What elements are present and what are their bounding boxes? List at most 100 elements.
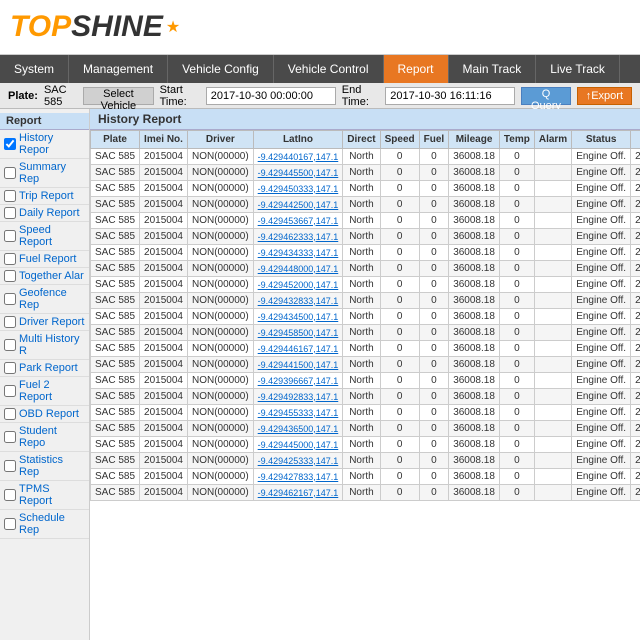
nav-report[interactable]: Report (384, 55, 449, 83)
cell-11-3[interactable]: -9.429458500,147.1 (253, 325, 343, 341)
cell-14-9 (534, 373, 571, 389)
sidebar-item-fuel2[interactable]: Fuel 2 Report (0, 377, 89, 406)
statistics-checkbox[interactable] (4, 460, 16, 472)
sidebar-item-fuel[interactable]: Fuel Report (0, 251, 89, 268)
cell-2-5: 0 (380, 181, 419, 197)
sidebar-item-statistics[interactable]: Statistics Rep (0, 452, 89, 481)
cell-20-4: North (343, 469, 380, 485)
cell-15-3[interactable]: -9.429492833,147.1 (253, 389, 343, 405)
cell-3-3[interactable]: -9.429442500,147.1 (253, 197, 343, 213)
cell-14-3[interactable]: -9.429396667,147.1 (253, 373, 343, 389)
summary-checkbox[interactable] (4, 167, 16, 179)
sidebar-item-summary[interactable]: Summary Rep (0, 159, 89, 188)
sidebar-item-speed[interactable]: Speed Report (0, 222, 89, 251)
cell-6-0: SAC 585 (91, 245, 140, 261)
sidebar-item-trip[interactable]: Trip Report (0, 188, 89, 205)
cell-16-10: Engine Off. (572, 405, 631, 421)
sidebar-item-together[interactable]: Together Alar (0, 268, 89, 285)
sidebar-item-driver[interactable]: Driver Report (0, 314, 89, 331)
cell-4-7: 36008.18 (449, 213, 500, 229)
cell-8-6: 0 (419, 277, 449, 293)
obd-checkbox[interactable] (4, 408, 16, 420)
cell-6-8: 0 (499, 245, 534, 261)
together-checkbox[interactable] (4, 270, 16, 282)
daily-checkbox[interactable] (4, 207, 16, 219)
cell-0-3[interactable]: -9.429440167,147.1 (253, 149, 343, 165)
sidebar-item-tpms[interactable]: TPMS Report (0, 481, 89, 510)
cell-6-3[interactable]: -9.429434333,147.1 (253, 245, 343, 261)
sidebar-item-geofence[interactable]: Geofence Rep (0, 285, 89, 314)
cell-0-5: 0 (380, 149, 419, 165)
cell-18-2: NON(00000) (187, 437, 253, 453)
nav-live-track[interactable]: Live Track (536, 55, 620, 83)
cell-15-8: 0 (499, 389, 534, 405)
cell-18-3[interactable]: -9.429445000,147.1 (253, 437, 343, 453)
cell-12-0: SAC 585 (91, 341, 140, 357)
table-row: SAC 5852015004NON(00000)-9.429452000,147… (91, 277, 640, 293)
cell-1-8: 0 (499, 165, 534, 181)
cell-13-8: 0 (499, 357, 534, 373)
nav-management[interactable]: Management (69, 55, 168, 83)
cell-8-3[interactable]: -9.429452000,147.1 (253, 277, 343, 293)
sidebar-item-daily[interactable]: Daily Report (0, 205, 89, 222)
cell-2-3[interactable]: -9.429450333,147.1 (253, 181, 343, 197)
export-button[interactable]: ↑Export (577, 87, 632, 105)
cell-11-4: North (343, 325, 380, 341)
end-time-input[interactable] (385, 87, 515, 105)
select-vehicle-button[interactable]: Select Vehicle (83, 87, 153, 105)
cell-12-3[interactable]: -9.429446167,147.1 (253, 341, 343, 357)
fuel2-checkbox[interactable] (4, 385, 16, 397)
cell-1-3[interactable]: -9.429445500,147.1 (253, 165, 343, 181)
cell-13-1: 2015004 (140, 357, 188, 373)
header: TOP SHINE ★ (0, 0, 640, 55)
cell-13-3[interactable]: -9.429441500,147.1 (253, 357, 343, 373)
cell-0-2: NON(00000) (187, 149, 253, 165)
fuel-checkbox[interactable] (4, 253, 16, 265)
cell-1-0: SAC 585 (91, 165, 140, 181)
cell-20-3[interactable]: -9.429427833,147.1 (253, 469, 343, 485)
cell-4-3[interactable]: -9.429453667,147.1 (253, 213, 343, 229)
park-checkbox[interactable] (4, 362, 16, 374)
nav-vehicle-control[interactable]: Vehicle Control (274, 55, 384, 83)
sidebar-item-history[interactable]: History Repor (0, 130, 89, 159)
cell-0-4: North (343, 149, 380, 165)
cell-8-8: 0 (499, 277, 534, 293)
cell-16-3[interactable]: -9.429455333,147.1 (253, 405, 343, 421)
cell-21-3[interactable]: -9.429462167,147.1 (253, 485, 343, 501)
geofence-checkbox[interactable] (4, 293, 16, 305)
cell-3-0: SAC 585 (91, 197, 140, 213)
nav-vehicle-config[interactable]: Vehicle Config (168, 55, 274, 83)
tpms-checkbox[interactable] (4, 489, 16, 501)
cell-5-3[interactable]: -9.429462333,147.1 (253, 229, 343, 245)
driver-checkbox[interactable] (4, 316, 16, 328)
cell-19-3[interactable]: -9.429425333,147.1 (253, 453, 343, 469)
sidebar-item-multihistory[interactable]: Multi History R (0, 331, 89, 360)
history-checkbox[interactable] (4, 138, 16, 150)
cell-9-3[interactable]: -9.429432833,147.1 (253, 293, 343, 309)
cell-11-9 (534, 325, 571, 341)
sidebar-item-student[interactable]: Student Repo (0, 423, 89, 452)
sidebar-item-schedule[interactable]: Schedule Rep (0, 510, 89, 539)
start-time-input[interactable] (206, 87, 336, 105)
sidebar-item-obd[interactable]: OBD Report (0, 406, 89, 423)
trip-checkbox[interactable] (4, 190, 16, 202)
table-row: SAC 5852015004NON(00000)-9.429462167,147… (91, 485, 640, 501)
student-checkbox[interactable] (4, 431, 16, 443)
cell-13-4: North (343, 357, 380, 373)
sidebar-item-park[interactable]: Park Report (0, 360, 89, 377)
nav-main-track[interactable]: Main Track (449, 55, 537, 83)
multihistory-checkbox[interactable] (4, 339, 16, 351)
nav-system[interactable]: System (0, 55, 69, 83)
cell-10-3[interactable]: -9.429434500,147.1 (253, 309, 343, 325)
schedule-checkbox[interactable] (4, 518, 16, 530)
cell-11-10: Engine Off. (572, 325, 631, 341)
cell-8-11: 2017/10/30 0:21:57 (631, 277, 640, 293)
cell-7-3[interactable]: -9.429448000,147.1 (253, 261, 343, 277)
query-button[interactable]: Q Query (521, 87, 570, 105)
cell-14-10: Engine Off. (572, 373, 631, 389)
cell-21-11: 2017/10/30 0:41:57 (631, 485, 640, 501)
speed-checkbox[interactable] (4, 230, 16, 242)
toolbar: Plate: SAC 585 Select Vehicle Start Time… (0, 83, 640, 109)
cell-17-8: 0 (499, 421, 534, 437)
cell-17-3[interactable]: -9.429436500,147.1 (253, 421, 343, 437)
